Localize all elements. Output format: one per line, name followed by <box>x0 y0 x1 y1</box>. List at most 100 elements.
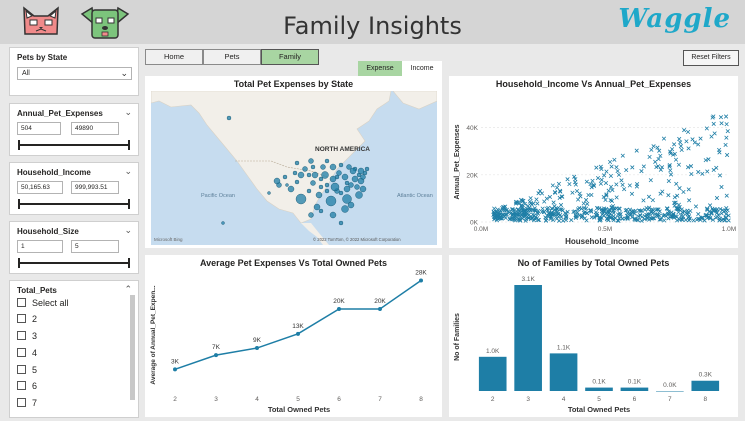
continent-label: NORTH AMERICA <box>315 146 370 153</box>
map-state-bubble <box>287 185 295 193</box>
slicer-household-income: Household_Income ⌄ 50,165.63 999,993.51 <box>9 162 139 215</box>
scatter-point <box>589 192 594 198</box>
scatter-point <box>629 191 635 196</box>
checkbox-option[interactable]: 2 <box>17 314 37 328</box>
bar-data-label: 1.1K <box>557 344 571 351</box>
checkbox-option[interactable]: 7 <box>17 398 37 412</box>
map-state-bubble <box>359 185 367 193</box>
expense-min-input[interactable]: 504 <box>17 122 61 135</box>
scatter-point <box>606 188 611 193</box>
scatter-point <box>560 218 566 223</box>
expense-range-slider[interactable] <box>18 140 130 150</box>
checkbox-select-all[interactable]: Select all <box>17 298 69 312</box>
income-max-input[interactable]: 999,993.51 <box>71 181 119 194</box>
tab-income[interactable]: Income <box>402 61 442 76</box>
scatter-point <box>676 162 681 167</box>
chevron-down-icon[interactable]: ⌄ <box>124 166 132 177</box>
slider-handle-min[interactable] <box>18 258 20 268</box>
slider-handle-min[interactable] <box>18 199 20 209</box>
nav-tab-family[interactable]: Family <box>261 49 319 65</box>
scatter-point <box>630 165 635 170</box>
scatter-point <box>558 202 564 208</box>
checkbox-option[interactable]: 6 <box>17 381 37 395</box>
map-state-bubble <box>315 191 323 199</box>
line-point <box>255 346 259 351</box>
checkbox-icon[interactable] <box>17 331 26 340</box>
checkbox-icon[interactable] <box>17 398 26 407</box>
scrollbar[interactable] <box>130 295 135 400</box>
chevron-down-icon[interactable]: ⌄ <box>124 225 132 236</box>
scatter-point <box>612 157 617 162</box>
checkbox-icon[interactable] <box>17 348 26 357</box>
scatter-point <box>609 164 614 169</box>
slider-handle-max[interactable] <box>128 258 130 268</box>
size-range-slider[interactable] <box>18 258 130 268</box>
slider-handle-min[interactable] <box>18 140 20 150</box>
line-point <box>378 306 382 311</box>
scatter-x-tick-label: 0.5M <box>598 226 612 233</box>
scatter-point <box>531 213 537 218</box>
line-point <box>214 353 218 358</box>
slider-handle-max[interactable] <box>128 199 130 209</box>
scatter-points <box>491 114 731 223</box>
tab-expense[interactable]: Expense <box>358 61 402 76</box>
scatter-point <box>714 195 720 201</box>
checkbox-icon[interactable] <box>17 365 26 374</box>
map-canvas[interactable]: NORTH AMERICA Pacific Ocean Atlantic Oce… <box>151 91 437 245</box>
line-data-label: 3K <box>171 358 180 365</box>
map-state-bubble <box>306 172 312 178</box>
bar-x-tick-label: 6 <box>633 396 637 403</box>
scatter-point <box>666 178 671 184</box>
scatter-point <box>569 217 574 223</box>
scatter-point <box>655 145 660 150</box>
slicer-total-pets: Total_Pets ⌃ Select all 2 3 4 5 6 7 <box>9 280 139 418</box>
scatter-x-axis-title: Household_Income <box>565 237 639 246</box>
scatter-point <box>681 189 686 195</box>
map-state-bubble <box>329 211 337 219</box>
nav-tab-pets[interactable]: Pets <box>203 49 261 65</box>
size-max-input[interactable]: 5 <box>71 240 119 253</box>
line-canvas[interactable]: 3K 2 7K 3 9K 4 13K 5 20K 6 20K 7 28K 8 Total Owned Pe… <box>145 255 442 417</box>
scatter-point <box>696 212 701 217</box>
scatter-point <box>608 184 614 189</box>
nav-tab-home[interactable]: Home <box>145 49 203 65</box>
checkbox-icon[interactable] <box>17 381 26 390</box>
scatter-point <box>686 215 691 220</box>
bar-marks: 1.0K 2 3.1K 3 1.1K 4 0.1K 5 0.1K 6 0.0K 7 0.3K 8 <box>478 276 720 403</box>
scatter-point <box>615 168 620 174</box>
state-dropdown[interactable]: All ⌄ <box>17 67 132 80</box>
chevron-down-icon[interactable]: ⌄ <box>124 107 132 118</box>
scatter-point <box>686 146 691 151</box>
scatter-point <box>536 191 541 196</box>
chevron-up-icon[interactable]: ⌃ <box>124 284 132 295</box>
checkbox-option[interactable]: 5 <box>17 365 37 379</box>
slider-handle-max[interactable] <box>128 140 130 150</box>
map-state-bubble <box>318 184 324 190</box>
checkbox-option[interactable]: 3 <box>17 331 37 345</box>
size-min-input[interactable]: 1 <box>17 240 63 253</box>
expense-max-input[interactable]: 49890 <box>71 122 119 135</box>
line-data-label: 28K <box>415 270 427 277</box>
scatter-point <box>711 114 716 119</box>
scatter-canvas[interactable]: 0K20K40K0.0M 0.5M 1.0M Household_Income An… <box>449 76 738 248</box>
scatter-point <box>668 168 673 173</box>
checkbox-icon[interactable] <box>17 298 26 307</box>
income-min-input[interactable]: 50,165.63 <box>17 181 63 194</box>
checkbox-icon[interactable] <box>17 314 26 323</box>
line-x-tick-label: 3 <box>214 396 218 403</box>
scatter-point <box>550 183 555 188</box>
bar-canvas[interactable]: 1.0K 2 3.1K 3 1.1K 4 0.1K 5 0.1K 6 0.0K 7 0.3K 8 Tota… <box>449 255 738 417</box>
scatter-point <box>717 173 723 178</box>
scatter-point <box>555 185 560 190</box>
scatter-point <box>719 218 724 223</box>
map-state-bubble <box>306 188 312 194</box>
map-copyright-label: © 2022 TomTom, © 2022 Microsoft Corporat… <box>313 237 401 242</box>
reset-filters-button[interactable]: Reset Filters <box>683 50 739 66</box>
scatter-point <box>622 187 627 192</box>
line-x-tick-label: 4 <box>255 396 259 403</box>
income-range-slider[interactable] <box>18 199 130 209</box>
checkbox-option[interactable]: 4 <box>17 348 37 362</box>
scatter-point <box>713 215 719 220</box>
map-state-bubble <box>318 208 324 214</box>
scatter-point <box>662 218 667 223</box>
